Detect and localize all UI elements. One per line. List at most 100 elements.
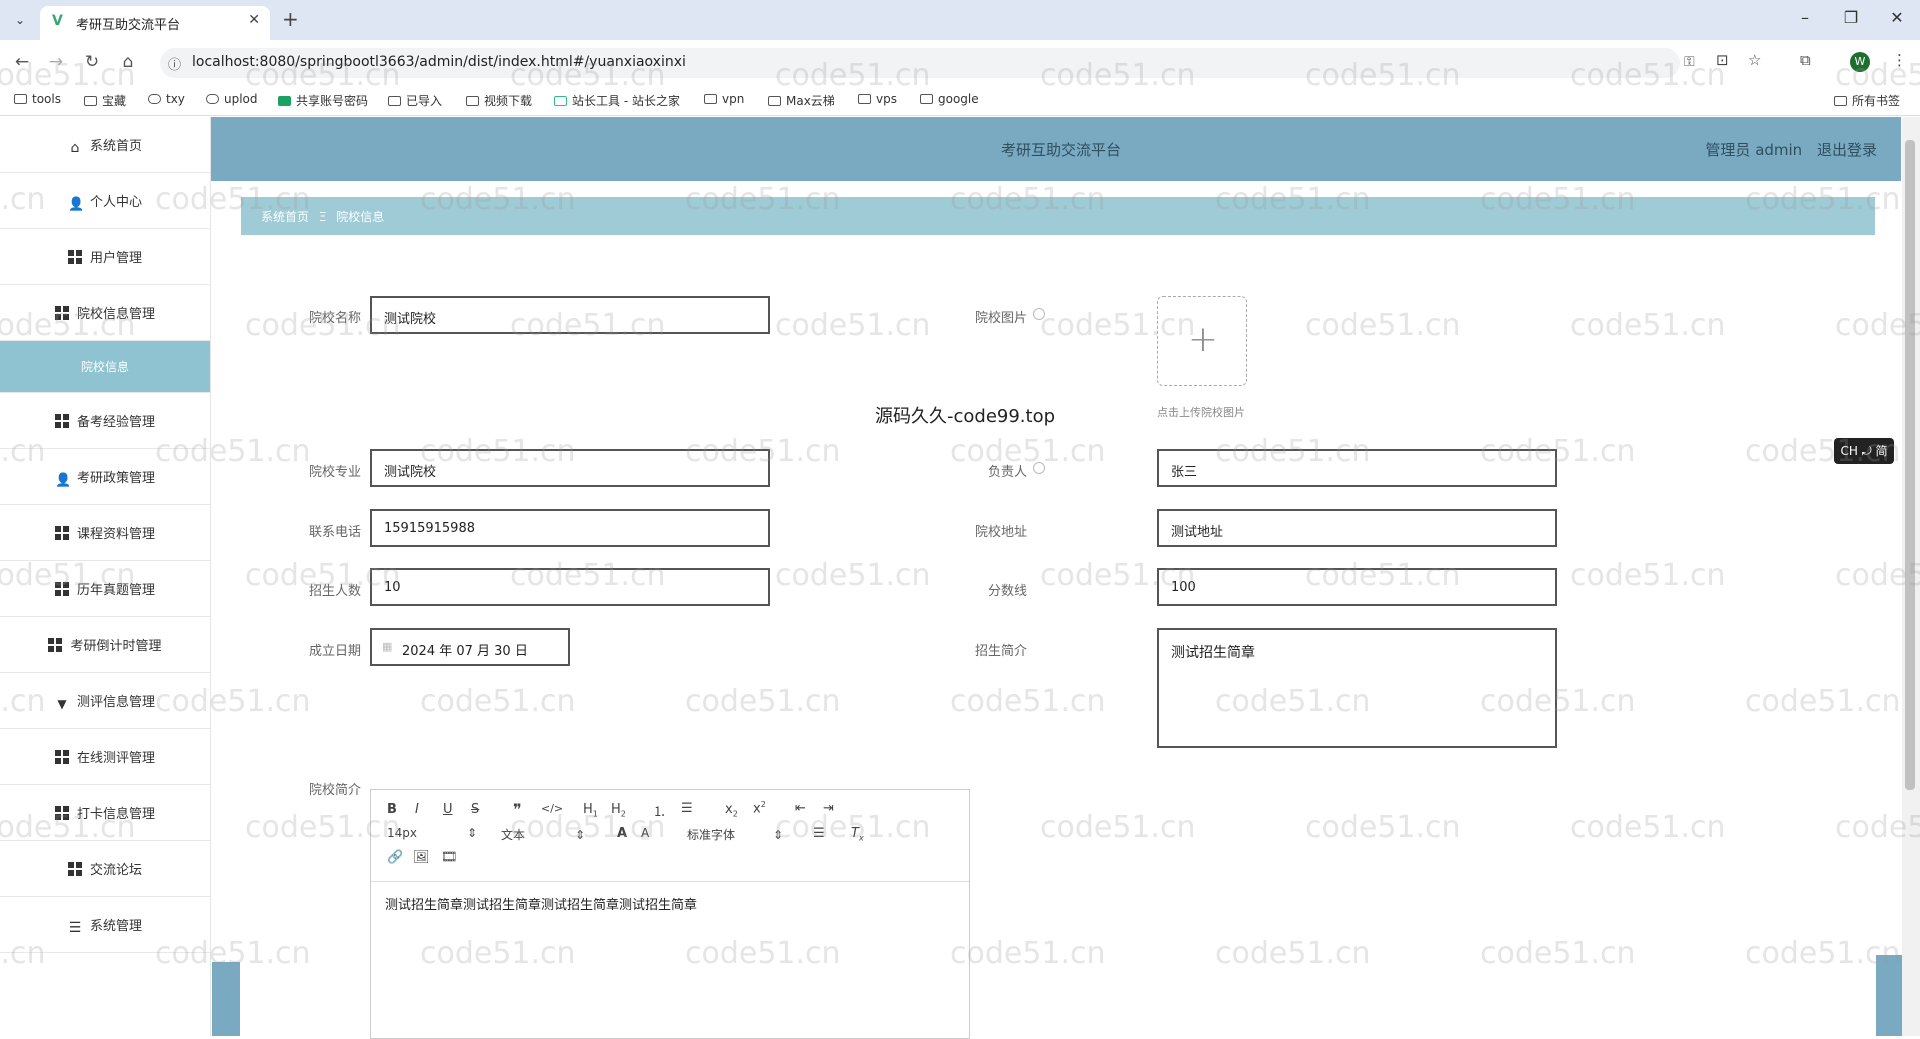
indent-icon[interactable]: ⇥ bbox=[823, 801, 834, 816]
sidebar-item-home[interactable]: ⌂ 系统首页 bbox=[0, 117, 210, 173]
ordered-list-icon[interactable]: ⒈ bbox=[653, 801, 666, 820]
font-color-icon[interactable]: A bbox=[617, 826, 627, 841]
bookmark-item[interactable]: uplod bbox=[206, 92, 258, 106]
bookmark-item[interactable]: 视频下载 bbox=[466, 92, 532, 109]
sidebar-item-school-mgmt[interactable]: 院校信息管理 bbox=[0, 285, 210, 341]
sidebar-item-label: 考研政策管理 bbox=[76, 471, 155, 486]
sidebar-item-profile[interactable]: 👤 个人中心 bbox=[0, 173, 210, 229]
extensions-icon[interactable]: ⧉ bbox=[1800, 51, 1811, 69]
back-button[interactable]: ← bbox=[10, 52, 34, 72]
image-upload-button[interactable]: + bbox=[1157, 296, 1247, 386]
enroll-input[interactable]: 10 bbox=[370, 568, 770, 606]
calendar-icon: ▦ bbox=[382, 640, 393, 653]
menu-kebab-icon[interactable]: ⋮ bbox=[1892, 51, 1907, 69]
strike-icon[interactable]: S bbox=[471, 802, 479, 817]
scrollbar-thumb[interactable] bbox=[1905, 140, 1915, 790]
sidebar-item-system[interactable]: ☰ 系统管理 bbox=[0, 897, 210, 953]
bookmark-item[interactable]: 已导入 bbox=[388, 92, 442, 109]
sidebar-item-users[interactable]: 用户管理 bbox=[0, 229, 210, 285]
link-icon[interactable]: 🔗 bbox=[387, 850, 403, 865]
bookmark-item[interactable]: vps bbox=[858, 92, 897, 106]
superscript-icon[interactable]: x2 bbox=[753, 800, 766, 816]
clear-icon[interactable] bbox=[1033, 462, 1045, 474]
folder-icon bbox=[466, 96, 479, 106]
sidebar-item-forum[interactable]: 交流论坛 bbox=[0, 841, 210, 897]
school-name-input[interactable]: 测试院校 bbox=[370, 296, 770, 334]
bullet-list-icon[interactable]: ☰ bbox=[681, 801, 693, 816]
grid-icon bbox=[67, 862, 82, 876]
sidebar-item-school-info[interactable]: 院校信息 bbox=[0, 341, 210, 393]
forward-button[interactable]: → bbox=[44, 52, 68, 72]
sidebar-item-label: 历年真题管理 bbox=[76, 583, 155, 598]
bookmark-item[interactable]: google bbox=[920, 92, 979, 106]
bookmark-item[interactable]: 站长工具 - 站长之家 bbox=[554, 92, 680, 109]
restore-button[interactable]: ❐ bbox=[1836, 8, 1866, 27]
minimize-button[interactable]: – bbox=[1790, 8, 1820, 27]
profile-avatar[interactable]: W bbox=[1850, 52, 1870, 72]
bold-icon[interactable]: B bbox=[387, 802, 397, 817]
bookmark-item[interactable]: 宝藏 bbox=[84, 92, 126, 109]
underline-icon[interactable]: U bbox=[443, 802, 453, 817]
quote-icon[interactable]: ❞ bbox=[513, 800, 522, 819]
date-picker[interactable]: ▦ 2024 年 07 月 30 日 bbox=[370, 628, 570, 666]
bookmark-item[interactable]: vpn bbox=[704, 92, 744, 106]
home-button[interactable]: ⌂ bbox=[116, 52, 140, 72]
font-size-select[interactable]: 14px ⇕ bbox=[387, 826, 477, 840]
browser-tab[interactable]: V 考研互助交流平台 ✕ bbox=[40, 6, 270, 40]
bookmark-star-icon[interactable]: ☆ bbox=[1748, 51, 1761, 69]
font-family-select[interactable]: 标准字体 ⇕ bbox=[687, 826, 783, 843]
close-window-button[interactable]: ✕ bbox=[1882, 8, 1912, 27]
principal-input[interactable]: 张三 bbox=[1157, 449, 1557, 487]
all-bookmarks[interactable]: 所有书签 bbox=[1834, 92, 1900, 109]
new-tab-button[interactable]: + bbox=[282, 8, 299, 30]
bookmark-label: google bbox=[938, 92, 979, 106]
sidebar-item-countdown[interactable]: 考研倒计时管理 bbox=[0, 617, 210, 673]
score-input[interactable]: 100 bbox=[1157, 568, 1557, 606]
h2-icon[interactable]: H2 bbox=[611, 802, 626, 819]
ime-indicator[interactable]: CH ⤾ 简 bbox=[1834, 438, 1894, 464]
bookmark-item[interactable]: Max云梯 bbox=[768, 92, 835, 109]
tab-search-button[interactable]: ⌄ bbox=[8, 8, 32, 32]
phone-input[interactable]: 15915915988 bbox=[370, 509, 770, 547]
breadcrumb-home[interactable]: 系统首页 bbox=[261, 210, 309, 224]
decorative-bar bbox=[212, 962, 240, 1036]
translate-icon[interactable]: ⊡ bbox=[1716, 51, 1729, 69]
close-tab-icon[interactable]: ✕ bbox=[248, 12, 260, 28]
subscript-icon[interactable]: x2 bbox=[725, 802, 738, 819]
editor-content[interactable]: 测试招生简章测试招生简章测试招生简章测试招生简章 bbox=[385, 894, 697, 913]
major-input[interactable]: 测试院校 bbox=[370, 449, 770, 487]
image-icon[interactable]: 🖼 bbox=[413, 850, 430, 865]
outdent-icon[interactable]: ⇤ bbox=[795, 801, 806, 816]
video-icon[interactable]: 🎞 bbox=[441, 850, 458, 865]
address-input[interactable]: 测试地址 bbox=[1157, 509, 1557, 547]
url-field[interactable]: ⓘ localhost:8080/springbootl3663/admin/d… bbox=[160, 48, 1695, 78]
clear-icon[interactable] bbox=[1033, 308, 1045, 320]
bookmark-item[interactable]: tools bbox=[14, 92, 61, 106]
site-info-icon[interactable]: ⓘ bbox=[168, 54, 181, 73]
clear-format-icon[interactable]: Tx bbox=[851, 826, 864, 843]
sidebar-item-assessment-info[interactable]: ▼ 测评信息管理 bbox=[0, 673, 210, 729]
sidebar-item-label: 交流论坛 bbox=[89, 863, 142, 878]
sidebar-item-course[interactable]: 课程资料管理 bbox=[0, 505, 210, 561]
header-select[interactable]: 文本 ⇕ bbox=[501, 826, 585, 843]
background-color-icon[interactable]: A bbox=[641, 826, 650, 840]
sidebar-item-label: 系统管理 bbox=[89, 919, 142, 934]
bookmark-item[interactable]: 共享账号密码 bbox=[278, 92, 368, 109]
brochure-textarea[interactable]: 测试招生简章 bbox=[1157, 628, 1557, 748]
sidebar-item-experience[interactable]: 备考经验管理 bbox=[0, 393, 210, 449]
password-key-icon[interactable]: ⚿ bbox=[1684, 54, 1695, 70]
align-icon[interactable]: ☰ bbox=[813, 826, 825, 841]
sidebar-item-checkin[interactable]: 打卡信息管理 bbox=[0, 785, 210, 841]
h1-icon[interactable]: H1 bbox=[583, 802, 598, 819]
italic-icon[interactable]: I bbox=[415, 802, 419, 817]
vue-favicon-icon: V bbox=[52, 13, 63, 29]
reload-button[interactable]: ↻ bbox=[80, 52, 104, 72]
logout-link[interactable]: 退出登录 bbox=[1817, 141, 1877, 159]
sidebar-item-online-assessment[interactable]: 在线测评管理 bbox=[0, 729, 210, 785]
code-icon[interactable]: </> bbox=[541, 802, 563, 815]
sidebar-item-policy[interactable]: 👤 考研政策管理 bbox=[0, 449, 210, 505]
sidebar-item-label: 备考经验管理 bbox=[76, 415, 155, 430]
sidebar-item-past-papers[interactable]: 历年真题管理 bbox=[0, 561, 210, 617]
bookmark-item[interactable]: txy bbox=[148, 92, 185, 106]
bookmark-label: Max云梯 bbox=[786, 94, 835, 108]
